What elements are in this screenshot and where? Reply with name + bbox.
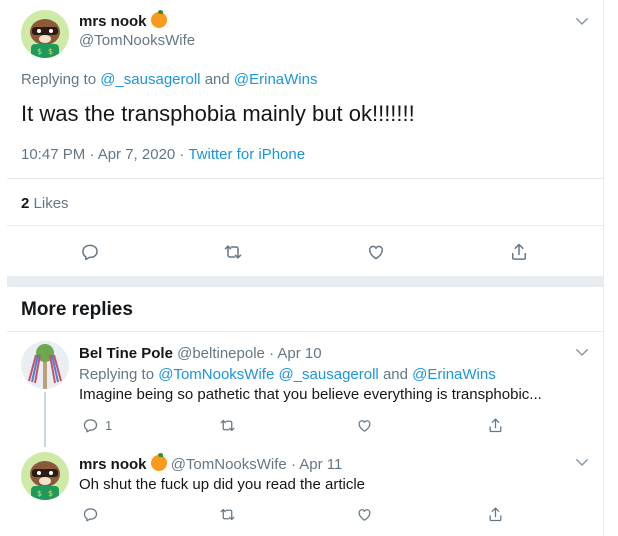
reply-date[interactable]: · Apr 11 xyxy=(291,456,342,473)
svg-text:$: $ xyxy=(37,47,42,56)
avatar[interactable] xyxy=(21,341,69,389)
mention-link[interactable]: @TomNooksWife xyxy=(158,366,274,383)
likes-label: Likes xyxy=(33,195,69,212)
source-link[interactable]: Twitter for iPhone xyxy=(188,146,305,163)
share-icon[interactable] xyxy=(508,241,530,263)
svg-text:$: $ xyxy=(37,489,42,498)
author-handle[interactable]: @beltinepole xyxy=(177,345,265,362)
reply-date[interactable]: · Apr 10 xyxy=(269,345,322,362)
reply-text: Oh shut the fuck up did you read the art… xyxy=(79,476,366,493)
more-options-chevron-icon[interactable] xyxy=(573,453,591,476)
more-replies-heading: More replies xyxy=(21,299,133,320)
section-separator xyxy=(7,276,604,287)
reply-header: mrs nook @TomNooksWife · Apr 11 xyxy=(79,453,342,473)
reply-action[interactable]: 1 xyxy=(79,414,112,436)
more-options-chevron-icon[interactable] xyxy=(573,343,591,366)
reply-icon[interactable] xyxy=(79,414,101,436)
replying-to: Replying to @_sausageroll and @ErinaWins xyxy=(21,71,318,88)
avatar[interactable]: $ $ xyxy=(21,452,69,500)
likes-count: 2 xyxy=(21,195,30,212)
reply-count: 1 xyxy=(105,417,113,433)
author-name[interactable]: mrs nook xyxy=(79,456,147,473)
orange-emoji-icon xyxy=(150,10,167,28)
share-icon[interactable] xyxy=(484,414,506,436)
mention-link[interactable]: @ErinaWins xyxy=(412,366,496,383)
retweet-icon[interactable] xyxy=(216,503,238,525)
retweet-icon[interactable] xyxy=(216,414,238,436)
author-name[interactable]: Bel Tine Pole xyxy=(79,345,173,362)
more-options-chevron-icon[interactable] xyxy=(573,12,591,35)
timestamp[interactable]: 10:47 PM · Apr 7, 2020 · xyxy=(21,146,184,163)
author-handle[interactable]: @TomNooksWife xyxy=(171,456,287,473)
svg-text:$: $ xyxy=(48,47,53,56)
tweet-text: It was the transphobia mainly but ok!!!!… xyxy=(21,101,415,126)
orange-emoji-icon xyxy=(150,453,167,471)
like-heart-icon[interactable] xyxy=(353,414,375,436)
mention-link[interactable]: @ErinaWins xyxy=(234,71,318,88)
likes-summary[interactable]: 2 Likes xyxy=(21,195,69,212)
like-heart-icon[interactable] xyxy=(365,241,387,263)
mention-link[interactable]: @_sausageroll xyxy=(100,71,200,88)
mention-link[interactable]: @_sausageroll xyxy=(278,366,378,383)
reply-icon[interactable] xyxy=(79,241,101,263)
tweet-meta: 10:47 PM · Apr 7, 2020 · Twitter for iPh… xyxy=(21,146,305,163)
avatar[interactable]: $ $ xyxy=(21,10,69,58)
reply-header: Bel Tine Pole @beltinepole · Apr 10 xyxy=(79,345,322,362)
thread-line xyxy=(44,392,46,447)
like-heart-icon[interactable] xyxy=(353,503,375,525)
reply-icon[interactable] xyxy=(79,503,101,525)
replying-to: Replying to @TomNooksWife @_sausageroll … xyxy=(79,366,496,383)
retweet-icon[interactable] xyxy=(222,241,244,263)
author-name[interactable]: mrs nook xyxy=(79,13,147,30)
reply-text: Imagine being so pathetic that you belie… xyxy=(79,386,542,403)
svg-text:$: $ xyxy=(48,489,53,498)
share-icon[interactable] xyxy=(484,503,506,525)
timeline-border xyxy=(603,0,604,536)
author-handle[interactable]: @TomNooksWife xyxy=(79,32,195,49)
